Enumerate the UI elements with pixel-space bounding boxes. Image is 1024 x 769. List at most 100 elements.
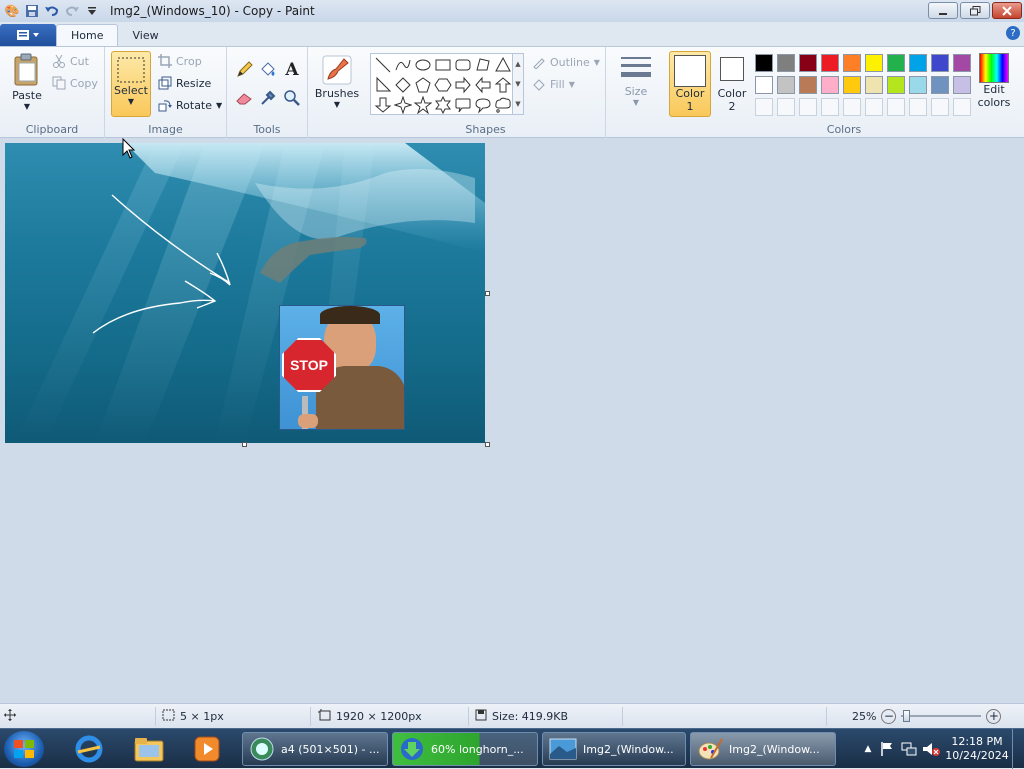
color-swatch[interactable] <box>887 76 905 94</box>
color-swatch[interactable] <box>777 76 795 94</box>
oval-shape-icon[interactable] <box>414 56 432 74</box>
left-arrow-shape-icon[interactable] <box>474 76 492 94</box>
diamond-shape-icon[interactable] <box>394 76 412 94</box>
line-shape-icon[interactable] <box>374 56 392 74</box>
undo-icon[interactable] <box>42 1 62 21</box>
color-swatch[interactable] <box>799 54 817 72</box>
tab-home[interactable]: Home <box>56 24 119 46</box>
action-center-flag-icon[interactable] <box>876 741 898 757</box>
zoom-slider-thumb[interactable] <box>903 710 911 722</box>
internet-explorer-icon[interactable] <box>67 732 111 766</box>
save-icon[interactable] <box>22 1 42 21</box>
down-arrow-shape-icon[interactable] <box>374 96 392 114</box>
help-icon[interactable]: ? <box>1006 26 1020 40</box>
zoom-slider[interactable] <box>901 709 982 723</box>
custom-color-slot[interactable] <box>865 98 883 116</box>
color-swatch[interactable] <box>909 54 927 72</box>
custom-color-slot[interactable] <box>887 98 905 116</box>
paint-menu-button[interactable] <box>0 24 56 46</box>
tab-view[interactable]: View <box>118 24 172 46</box>
custom-color-slot[interactable] <box>821 98 839 116</box>
close-button[interactable] <box>992 2 1022 19</box>
color-swatch[interactable] <box>821 54 839 72</box>
rounded-callout-shape-icon[interactable] <box>454 96 472 114</box>
five-point-star-shape-icon[interactable] <box>414 96 432 114</box>
color-swatch[interactable] <box>843 54 861 72</box>
resize-handle-corner[interactable] <box>485 442 490 447</box>
color2-button[interactable]: Color 2 <box>714 55 750 113</box>
custom-color-slot[interactable] <box>755 98 773 116</box>
copy-button[interactable]: Copy <box>52 76 98 90</box>
restore-button[interactable] <box>960 2 990 19</box>
rotate-button[interactable]: Rotate ▼ <box>158 98 222 112</box>
four-point-star-shape-icon[interactable] <box>394 96 412 114</box>
custom-color-slot[interactable] <box>931 98 949 116</box>
custom-color-slot[interactable] <box>777 98 795 116</box>
custom-color-slot[interactable] <box>909 98 927 116</box>
six-point-star-shape-icon[interactable] <box>434 96 452 114</box>
custom-color-slot[interactable] <box>953 98 971 116</box>
network-icon[interactable] <box>898 741 920 757</box>
taskbar-item-a4[interactable]: a4 (501×501) - ... <box>242 732 388 766</box>
crop-button[interactable]: Crop <box>158 54 202 68</box>
color-swatch[interactable] <box>953 76 971 94</box>
image-canvas[interactable]: STOP <box>5 143 485 443</box>
color-swatch[interactable] <box>887 54 905 72</box>
clock[interactable]: 12:18 PM 10/24/2024 <box>942 735 1012 763</box>
magnifier-icon[interactable] <box>281 87 303 109</box>
rectangle-shape-icon[interactable] <box>434 56 452 74</box>
rounded-rectangle-shape-icon[interactable] <box>454 56 472 74</box>
start-button[interactable] <box>4 731 44 767</box>
resize-button[interactable]: Resize <box>158 76 211 90</box>
color-picker-icon[interactable] <box>257 87 279 109</box>
pencil-icon[interactable] <box>233 59 255 81</box>
eraser-icon[interactable] <box>233 87 255 109</box>
custom-color-slot[interactable] <box>843 98 861 116</box>
polygon-shape-icon[interactable] <box>474 56 492 74</box>
up-arrow-shape-icon[interactable] <box>494 76 512 94</box>
show-desktop-button[interactable] <box>1012 729 1024 769</box>
volume-muted-icon[interactable] <box>920 741 942 757</box>
triangle-shape-icon[interactable] <box>494 56 512 74</box>
gallery-expand-icon[interactable]: ▼ <box>515 100 520 108</box>
custom-color-slot[interactable] <box>799 98 817 116</box>
select-button[interactable]: Select ▼ <box>111 51 151 117</box>
brushes-button[interactable]: Brushes ▼ <box>314 53 360 109</box>
color1-button[interactable]: Color 1 <box>669 51 711 117</box>
pasted-stop-sign-image[interactable]: STOP <box>279 305 405 430</box>
hexagon-shape-icon[interactable] <box>434 76 452 94</box>
size-button[interactable]: Size ▼ <box>616 53 656 107</box>
resize-handle-bottom[interactable] <box>242 442 247 447</box>
scroll-down-icon[interactable]: ▼ <box>515 80 520 88</box>
color-swatch[interactable] <box>931 54 949 72</box>
customize-toolbar-chevron-icon[interactable] <box>82 1 102 21</box>
taskbar-item-img2-paint[interactable]: Img2_(Window... <box>690 732 836 766</box>
media-player-icon[interactable] <box>185 732 229 766</box>
paste-button[interactable]: Paste ▼ <box>8 53 46 111</box>
right-arrow-shape-icon[interactable] <box>454 76 472 94</box>
color-swatch[interactable] <box>865 76 883 94</box>
minimize-button[interactable] <box>928 2 958 19</box>
file-explorer-icon[interactable] <box>127 732 171 766</box>
color-swatch[interactable] <box>909 76 927 94</box>
outline-button[interactable]: Outline ▼ <box>532 55 600 69</box>
resize-handle-right[interactable] <box>485 291 490 296</box>
curve-shape-icon[interactable] <box>394 56 412 74</box>
zoom-in-icon[interactable]: + <box>986 708 1002 724</box>
color-swatch[interactable] <box>931 76 949 94</box>
scroll-up-icon[interactable]: ▲ <box>515 60 520 68</box>
show-hidden-icons-icon[interactable]: ▲ <box>860 744 876 754</box>
fill-bucket-icon[interactable] <box>257 59 279 81</box>
fill-button[interactable]: Fill ▼ <box>532 77 575 91</box>
cut-button[interactable]: Cut <box>52 54 89 68</box>
right-triangle-shape-icon[interactable] <box>374 76 392 94</box>
color-swatch[interactable] <box>843 76 861 94</box>
color-swatch[interactable] <box>953 54 971 72</box>
pentagon-shape-icon[interactable] <box>414 76 432 94</box>
paint-app-icon[interactable]: 🎨 <box>2 1 22 21</box>
canvas-area[interactable]: STOP <box>0 138 1024 703</box>
zoom-out-icon[interactable]: − <box>881 708 897 724</box>
taskbar-item-img2-photo[interactable]: Img2_(Window... <box>542 732 686 766</box>
taskbar-item-download[interactable]: 60% longhorn_... <box>392 732 538 766</box>
edit-colors-button[interactable]: Edit colors <box>974 53 1014 109</box>
